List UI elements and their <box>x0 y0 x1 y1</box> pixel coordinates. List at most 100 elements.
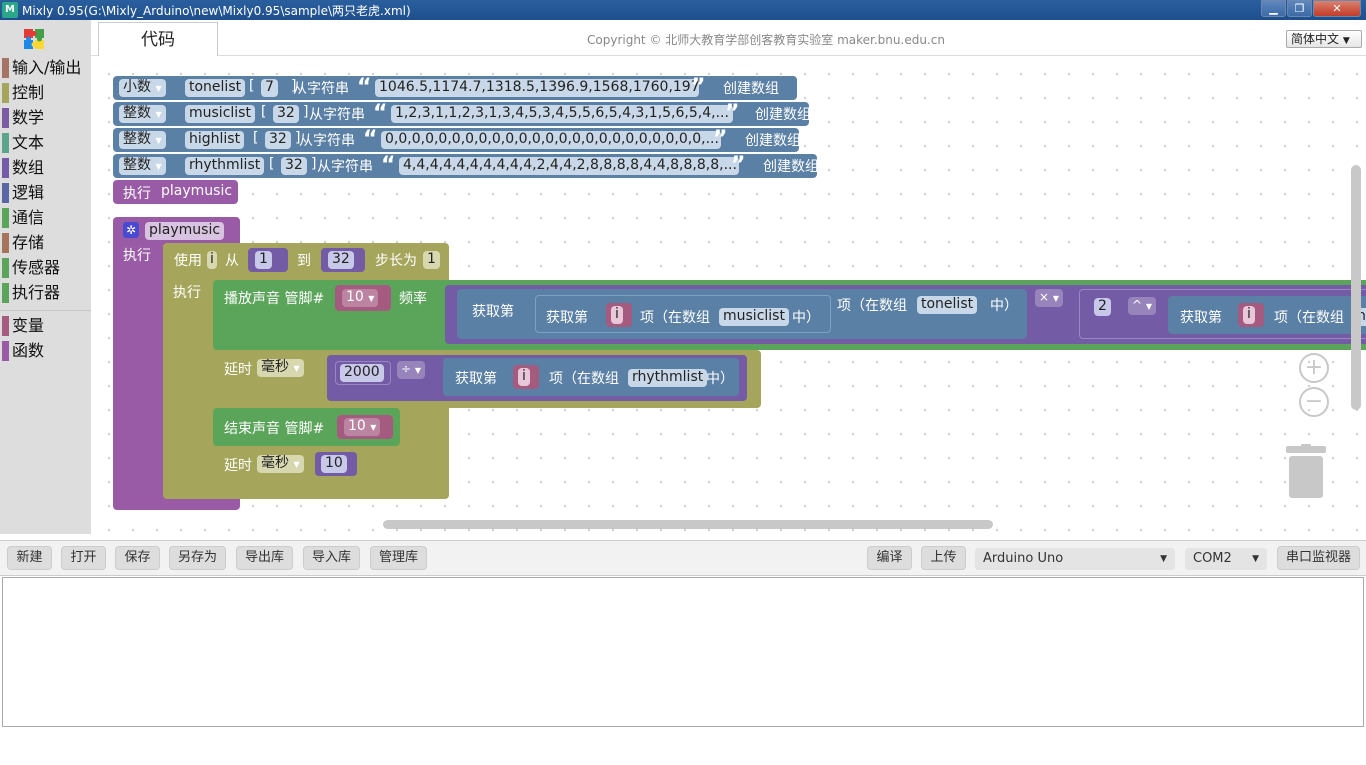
tone-pin-dropdown[interactable]: 10 ▼ <box>342 289 379 307</box>
gear-icon[interactable]: ✲ <box>123 222 139 238</box>
power-expression[interactable]: 2 ^ ▼ 获取第 i 项（在数组 hi <box>1079 289 1366 339</box>
category-item[interactable]: 函数 <box>0 339 91 363</box>
delay-value-field[interactable]: 10 <box>321 455 347 473</box>
category-item[interactable]: 执行器 <box>0 281 91 305</box>
close-quote-icon: ” <box>713 127 728 152</box>
vertical-scrollbar[interactable] <box>1351 165 1361 410</box>
open-button[interactable]: 打开 <box>61 546 106 570</box>
function-name-field[interactable]: playmusic <box>145 222 225 240</box>
tab-code[interactable]: 代码 <box>98 22 218 56</box>
category-item[interactable]: 数组 <box>0 156 91 180</box>
array-values-field[interactable]: 1,2,3,1,1,2,3,1,3,4,5,3,4,5,5,6,5,4,3,1,… <box>391 105 733 123</box>
delay-unit-dropdown[interactable]: 毫秒 ▼ <box>257 359 304 377</box>
array-create-block[interactable]: 小数 ▼ tonelist[7] 从字符串 “1046.5,1174.7,1318.5… <box>113 76 797 100</box>
array-size-field[interactable]: 32 <box>281 157 307 175</box>
array-create-block[interactable]: 整数 ▼ musiclist [32] 从字符串 “1,2,3,1,1,2,3,1,3,… <box>113 102 811 126</box>
import-lib-button[interactable]: 导入库 <box>303 546 360 570</box>
delay-numerator-field[interactable]: 2000 <box>340 364 384 382</box>
array-name-field[interactable]: tonelist <box>185 79 246 97</box>
delay-block[interactable]: 延时 毫秒 ▼ 2000 ÷ ▼ 获取第 i 项（在数组 rhythmlist … <box>213 350 761 408</box>
horizontal-scrollbar[interactable] <box>383 520 993 529</box>
loop-step-field[interactable]: 1 <box>423 251 440 269</box>
array-type-dropdown[interactable]: 整数 ▼ <box>119 131 166 149</box>
new-button[interactable]: 新建 <box>7 546 52 570</box>
save-button[interactable]: 保存 <box>115 546 160 570</box>
var-i-field[interactable]: i <box>1243 306 1255 324</box>
array-values-field[interactable]: 0,0,0,0,0,0,0,0,0,0,0,0,0,0,0,0,0,0,0,0,… <box>381 131 721 149</box>
array-create-block[interactable]: 整数 ▼ highlist[32] 从字符串 “0,0,0,0,0,0,0,0,0,0… <box>113 127 801 152</box>
port-select[interactable]: COM2 ▼ <box>1185 548 1267 570</box>
blockly-workspace[interactable]: 小数 ▼ tonelist[7] 从字符串 “1046.5,1174.7,1318.5… <box>91 56 1366 534</box>
compile-button[interactable]: 编译 <box>867 546 912 570</box>
delay-unit-dropdown[interactable]: 毫秒 ▼ <box>257 455 304 473</box>
language-select[interactable]: 简体中文 ▼ <box>1286 30 1362 48</box>
zoom-out-icon[interactable]: − <box>1299 387 1329 417</box>
array-create-block[interactable]: 整数 ▼ rhythmlist[32] 从字符串 “4,4,4,4,4,4,4,4,4… <box>113 154 819 178</box>
close-bracket: ] <box>311 156 317 172</box>
get-highlist-item-block[interactable]: 获取第 i 项（在数组 hi <box>1168 296 1366 334</box>
divide-operator-dropdown[interactable]: ÷ ▼ <box>397 361 426 379</box>
serial-monitor-button[interactable]: 串口监视器 <box>1277 546 1360 570</box>
close-button[interactable]: ✕ <box>1313 0 1361 17</box>
multiply-operator-dropdown[interactable]: × ▼ <box>1035 289 1064 307</box>
function-do-label: 执行 <box>123 248 151 264</box>
get-tonelist-item-block[interactable]: 获取第 获取第 i 项（在数组 musiclist 中） 项（在数组 tonel… <box>457 289 1027 339</box>
category-item[interactable]: 文本 <box>0 131 91 155</box>
category-item[interactable]: 数学 <box>0 106 91 130</box>
array-type-dropdown[interactable]: 整数 ▼ <box>119 157 166 175</box>
loop-end-field[interactable]: 32 <box>328 251 354 269</box>
array-type-dropdown[interactable]: 整数 ▼ <box>119 105 166 123</box>
category-item[interactable]: 控制 <box>0 81 91 105</box>
power-operator-dropdown[interactable]: ^ ▼ <box>1128 297 1157 315</box>
zoom-in-icon[interactable]: + <box>1299 353 1329 383</box>
trash-icon[interactable] <box>1286 444 1326 500</box>
upload-button[interactable]: 上传 <box>921 546 966 570</box>
puzzle-icon[interactable] <box>22 27 46 51</box>
category-item[interactable]: 传感器 <box>0 256 91 280</box>
category-color-bar <box>2 208 9 228</box>
array-name-field[interactable]: rhythmlist <box>185 157 265 175</box>
no-tone-block[interactable]: 结束声音 管脚# 10 ▼ <box>213 408 400 446</box>
array-size-field[interactable]: 32 <box>273 105 299 123</box>
array-size-field[interactable]: 7 <box>261 79 278 97</box>
loop-var-field[interactable]: i <box>207 251 217 269</box>
var-i-field[interactable]: i <box>611 306 623 324</box>
frequency-expression[interactable]: 获取第 获取第 i 项（在数组 musiclist 中） 项（在数组 tonel… <box>445 285 1366 344</box>
manage-lib-button[interactable]: 管理库 <box>370 546 427 570</box>
category-label: 变量 <box>12 316 45 335</box>
category-item[interactable]: 变量 <box>0 314 91 338</box>
minimize-button[interactable]: ▁ <box>1261 0 1286 17</box>
array-name-field[interactable]: musiclist <box>185 105 255 123</box>
create-array-label: 创建数组 <box>723 81 779 97</box>
tone-block[interactable]: 播放声音 管脚# 10 ▼ 频率 获取第 获取第 i 项（在数组 musicli… <box>213 280 1366 350</box>
divide-expression[interactable]: 2000 ÷ ▼ 获取第 i 项（在数组 rhythmlist 中） <box>327 355 747 401</box>
category-item[interactable]: 输入/输出 <box>0 56 91 80</box>
board-select[interactable]: Arduino Uno ▼ <box>975 548 1175 570</box>
power-base-field[interactable]: 2 <box>1094 298 1111 316</box>
array-values-field[interactable]: 1046.5,1174.7,1318.5,1396.9,1568,1760,19… <box>375 79 699 97</box>
category-item[interactable]: 逻辑 <box>0 181 91 205</box>
get-musiclist-item-block[interactable]: 获取第 i 项（在数组 musiclist 中） <box>535 295 831 333</box>
call-playmusic-block[interactable]: 执行 playmusic <box>113 180 238 204</box>
tonelist-field[interactable]: tonelist <box>917 296 978 314</box>
array-values-field[interactable]: 4,4,4,4,4,4,4,4,4,4,2,4,4,2,8,8,8,8,4,4,… <box>399 157 739 175</box>
category-item[interactable]: 通信 <box>0 206 91 230</box>
window-title: Mixly 0.95(G:\Mixly_Arduino\new\Mixly0.9… <box>22 4 411 18</box>
output-console[interactable] <box>2 577 1364 727</box>
category-label: 执行器 <box>12 283 61 302</box>
category-item[interactable]: 存储 <box>0 231 91 255</box>
no-tone-pin-dropdown[interactable]: 10 ▼ <box>344 418 381 436</box>
save-as-button[interactable]: 另存为 <box>169 546 226 570</box>
get-rhythmlist-item-block[interactable]: 获取第 i 项（在数组 rhythmlist 中） <box>443 358 739 396</box>
var-i-field[interactable]: i <box>518 368 530 386</box>
delay-block-2[interactable]: 延时 毫秒 ▼ 10 <box>213 446 369 482</box>
export-lib-button[interactable]: 导出库 <box>236 546 293 570</box>
loop-start-field[interactable]: 1 <box>255 251 272 269</box>
rhythmlist-field[interactable]: rhythmlist <box>628 369 708 387</box>
close-quote-icon: ” <box>691 75 706 100</box>
musiclist-field[interactable]: musiclist <box>719 308 789 326</box>
maximize-button[interactable]: ❐ <box>1287 0 1312 17</box>
array-name-field[interactable]: highlist <box>185 131 245 149</box>
array-type-dropdown[interactable]: 小数 ▼ <box>119 79 166 97</box>
array-size-field[interactable]: 32 <box>265 131 291 149</box>
